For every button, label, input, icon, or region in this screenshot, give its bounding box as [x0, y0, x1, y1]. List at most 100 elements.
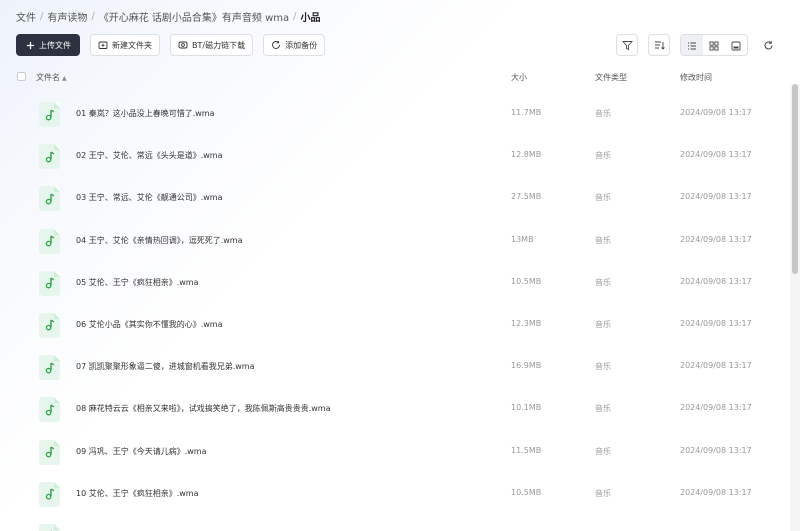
breadcrumb-separator: /: [91, 10, 95, 22]
new-folder-button-label: 新建文件夹: [112, 40, 152, 50]
music-note-icon: [39, 102, 60, 127]
breadcrumb-item-collection[interactable]: 《开心麻花 话剧小品合集》有声音频 wma: [99, 9, 289, 24]
large-view-icon: [731, 36, 741, 55]
refresh-icon: [763, 36, 774, 55]
file-type: 音乐: [595, 235, 611, 245]
table-row[interactable]: 01 秦岚？这小品没上春晚可惜了.wma 11.7MB 音乐 2024/09/0…: [0, 93, 790, 135]
file-type: 音乐: [595, 109, 611, 118]
file-size: 12.3MB: [511, 318, 542, 328]
table-row[interactable]: 09 冯巩、王宁《今天请儿病》.wma 11.5MB 音乐 2024/09/08…: [0, 431, 790, 473]
file-modified: 2024/09/08 13:17: [680, 487, 752, 497]
music-note-icon: [39, 144, 60, 170]
music-note-icon: [39, 270, 60, 296]
column-header-type[interactable]: 文件类型: [595, 72, 627, 83]
table-row[interactable]: 05 艾伦、王宁《疯狂相亲》.wma 10.5MB 音乐 2024/09/08 …: [0, 262, 790, 304]
upload-button[interactable]: 上传文件: [16, 34, 80, 56]
file-modified: 2024/09/08 13:17: [680, 318, 752, 328]
file-name[interactable]: 04 王宁、艾伦《亲情热回调》，逗死死了.wma: [76, 235, 243, 246]
breadcrumb: 文件 / 有声读物 / 《开心麻花 话剧小品合集》有声音频 wma / 小品: [16, 8, 321, 24]
file-type: 音乐: [595, 362, 611, 372]
music-note-icon: [39, 355, 60, 381]
bt-download-button[interactable]: BT/磁力链下载: [170, 34, 254, 56]
table-row[interactable]: 08 麻花特云云《相亲又来啦》，试戏搞笑绝了，我陈佩斯高贵贵贵.wma 10.1…: [0, 388, 790, 430]
music-note-icon: [39, 397, 60, 423]
file-type: 音乐: [595, 277, 611, 287]
file-size: 10.5MB: [511, 487, 542, 497]
toolbar: 上传文件 新建文件夹 BT/磁力链下载 添加备份: [16, 34, 326, 56]
table-header: 文件名 ▲ 大小 文件类型 修改时间: [0, 67, 790, 87]
breadcrumb-separator: /: [293, 10, 297, 22]
file-list: 01 秦岚？这小品没上春晚可惜了.wma 11.7MB 音乐 2024/09/0…: [0, 93, 790, 531]
table-row[interactable]: 03 王宁、常远、艾伦《靓通公司》.wma 27.5MB 音乐 2024/09/…: [0, 177, 790, 219]
column-header-name[interactable]: 文件名 ▲: [36, 72, 67, 83]
table-row[interactable]: 07 凯凯聚聚形象逼二傻，进城窗机看我兄弟.wma 16.9MB 音乐 2024…: [0, 346, 790, 388]
file-name[interactable]: 08 麻花特云云《相亲又来啦》，试戏搞笑绝了，我陈佩斯高贵贵贵.wma: [76, 403, 331, 414]
add-backup-button[interactable]: 添加备份: [263, 34, 326, 56]
list-view-button[interactable]: [681, 35, 703, 55]
file-size: 11.7MB: [511, 108, 542, 117]
file-size: 10.1MB: [511, 403, 542, 413]
column-header-modified[interactable]: 修改时间: [680, 72, 712, 83]
sort-button[interactable]: [648, 34, 670, 56]
file-type: 音乐: [595, 151, 611, 161]
file-name[interactable]: 06 艾伦小品《其实你不懂我的心》.wma: [76, 319, 223, 330]
view-tools: [616, 34, 778, 56]
file-type: 音乐: [595, 446, 611, 456]
music-note-icon: [39, 186, 60, 212]
table-row[interactable]: 06 艾伦小品《其实你不懂我的心》.wma 12.3MB 音乐 2024/09/…: [0, 304, 790, 346]
file-type: 音乐: [595, 319, 611, 329]
filter-button[interactable]: [616, 34, 638, 56]
list-view-icon: [687, 36, 697, 55]
select-all-checkbox[interactable]: [17, 72, 26, 81]
backup-icon: [271, 40, 281, 50]
scrollbar[interactable]: [790, 84, 800, 531]
music-note-icon: [39, 312, 60, 338]
file-modified: 2024/09/08 13:17: [680, 234, 752, 244]
file-name[interactable]: 03 王宁、常远、艾伦《靓通公司》.wma: [76, 192, 223, 203]
file-type: 音乐: [595, 488, 611, 498]
add-backup-button-label: 添加备份: [285, 40, 318, 50]
bt-download-button-label: BT/磁力链下载: [192, 40, 246, 50]
grid-view-button[interactable]: [703, 35, 725, 55]
grid-view-icon: [709, 36, 719, 55]
file-size: 10.5MB: [511, 276, 542, 286]
file-name[interactable]: 09 冯巩、王宁《今天请儿病》.wma: [76, 446, 207, 457]
file-name[interactable]: 05 艾伦、王宁《疯狂相亲》.wma: [76, 277, 199, 288]
file-name[interactable]: 07 凯凯聚聚形象逼二傻，进城窗机看我兄弟.wma: [76, 361, 255, 372]
table-row[interactable]: 04 王宁、艾伦《亲情热回调》，逗死死了.wma 13MB 音乐 2024/09…: [0, 220, 790, 262]
upload-button-label: 上传文件: [39, 40, 71, 50]
new-folder-button[interactable]: 新建文件夹: [90, 34, 160, 56]
file-modified: 2024/09/08 13:17: [680, 276, 752, 286]
file-modified: 2024/09/08 13:17: [680, 445, 752, 455]
file-size: 11.5MB: [511, 445, 542, 455]
file-modified: 2024/09/08 13:17: [680, 108, 752, 117]
music-note-icon: [39, 439, 60, 465]
file-type: 音乐: [595, 404, 611, 414]
file-size: 16.9MB: [511, 361, 542, 371]
file-name[interactable]: 01 秦岚？这小品没上春晚可惜了.wma: [76, 108, 215, 119]
file-name[interactable]: 02 王宁、艾伦、常远《头头是道》.wma: [76, 150, 223, 161]
breadcrumb-item-files[interactable]: 文件: [16, 9, 36, 24]
file-name[interactable]: 10 艾伦、王宁《疯狂相亲》.wma: [76, 488, 199, 499]
filter-icon: [621, 36, 633, 55]
breadcrumb-item-audiobooks[interactable]: 有声读物: [47, 9, 87, 24]
file-manager-page: 文件 / 有声读物 / 《开心麻花 话剧小品合集》有声音频 wma / 小品 上…: [0, 0, 800, 531]
file-size: 12.8MB: [511, 150, 542, 160]
file-modified: 2024/09/08 13:17: [680, 192, 752, 202]
music-note-icon: [39, 228, 60, 254]
file-size: 13MB: [511, 234, 534, 244]
file-modified: 2024/09/08 13:17: [680, 403, 752, 413]
sort-icon: [654, 36, 665, 55]
view-mode-switch: [680, 34, 748, 56]
scrollbar-thumb[interactable]: [792, 84, 798, 274]
refresh-button[interactable]: [758, 34, 778, 56]
music-note-icon: [39, 481, 60, 507]
plus-icon: [25, 40, 35, 50]
table-row[interactable]: 02 王宁、艾伦、常远《头头是道》.wma 12.8MB 音乐 2024/09/…: [0, 135, 790, 177]
file-modified: 2024/09/08 13:17: [680, 150, 752, 160]
column-header-size[interactable]: 大小: [511, 72, 527, 83]
table-row[interactable]: [0, 515, 790, 531]
sort-arrow-icon: ▲: [62, 75, 67, 82]
large-view-button[interactable]: [725, 35, 747, 55]
table-row[interactable]: 10 艾伦、王宁《疯狂相亲》.wma 10.5MB 音乐 2024/09/08 …: [0, 473, 790, 515]
